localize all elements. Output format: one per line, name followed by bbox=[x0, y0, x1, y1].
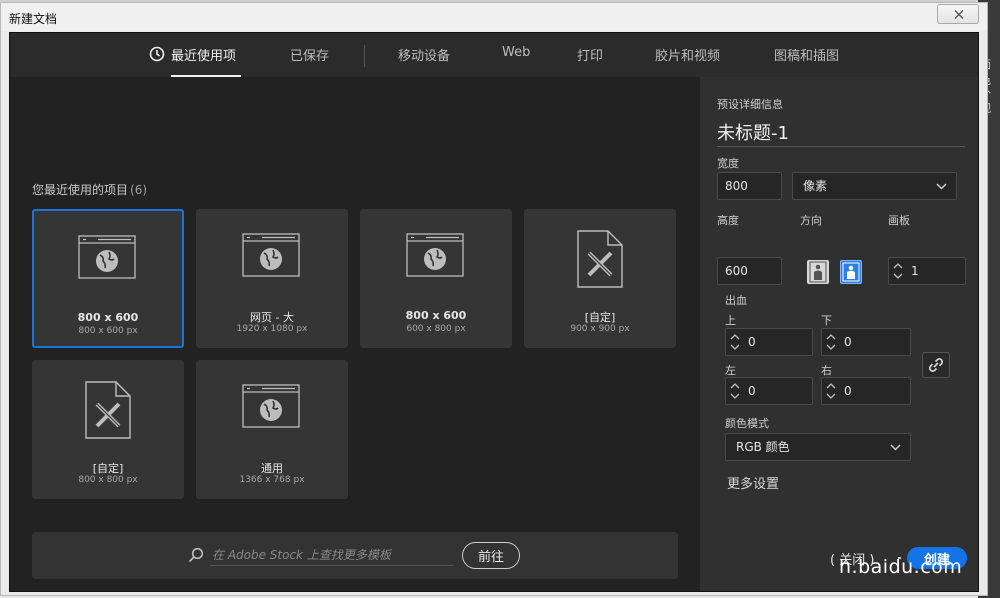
document-name-underline bbox=[717, 146, 965, 147]
orientation-landscape-button[interactable] bbox=[840, 260, 862, 284]
clock-icon bbox=[149, 46, 165, 62]
preset-card[interactable]: 800 x 600 800 x 600 px bbox=[32, 209, 184, 348]
stepper-arrows-icon[interactable] bbox=[728, 331, 742, 353]
unit-select[interactable]: 像素 bbox=[792, 172, 957, 200]
tab-mobile[interactable]: 移动设备 bbox=[398, 45, 450, 69]
window-title: 新建文档 bbox=[9, 12, 58, 26]
bleed-top-label: 上 bbox=[725, 314, 736, 327]
preset-size: 1366 x 768 px bbox=[239, 475, 305, 485]
new-document-window: 新建文档 最近使用项 已保存 移动设备 Web 打印 胶片和视频 图稿和插图 您 bbox=[0, 2, 988, 596]
link-bleed-button[interactable] bbox=[922, 352, 950, 378]
preset-name: 800 x 600 bbox=[405, 309, 467, 322]
preset-name: 800 x 600 bbox=[77, 311, 139, 324]
link-icon bbox=[928, 358, 944, 372]
stepper-arrows-icon[interactable] bbox=[824, 380, 838, 402]
tab-art-illustration[interactable]: 图稿和插图 bbox=[774, 45, 839, 69]
width-field[interactable]: 800 bbox=[717, 172, 782, 200]
recent-section-title: 您最近使用的项目 (6) bbox=[32, 183, 148, 197]
tab-web[interactable]: Web bbox=[502, 45, 530, 69]
preset-card[interactable]: [自定] 800 x 800 px bbox=[32, 360, 184, 499]
category-tabs: 最近使用项 已保存 移动设备 Web 打印 胶片和视频 图稿和插图 bbox=[10, 33, 978, 77]
active-tab-indicator bbox=[171, 75, 241, 77]
preset-size: 600 x 800 px bbox=[406, 324, 466, 334]
preset-size: 1920 x 1080 px bbox=[236, 324, 308, 334]
chevron-down-icon bbox=[890, 444, 901, 451]
preset-card[interactable]: 800 x 600 600 x 800 px bbox=[360, 209, 512, 348]
tab-separator bbox=[364, 45, 365, 67]
preset-card[interactable]: 通用 1366 x 768 px bbox=[196, 360, 348, 499]
custom-document-icon bbox=[577, 230, 623, 288]
web-globe-icon bbox=[78, 235, 136, 279]
height-label: 高度 bbox=[717, 214, 739, 227]
portrait-person-icon bbox=[809, 261, 827, 283]
height-field[interactable]: 600 bbox=[717, 257, 782, 285]
bleed-left-label: 左 bbox=[725, 364, 736, 377]
bleed-bottom-stepper[interactable]: 0 bbox=[821, 328, 911, 356]
preset-name: 通用 bbox=[261, 462, 283, 475]
color-mode-label: 颜色模式 bbox=[725, 417, 769, 430]
preset-size: 800 x 600 px bbox=[78, 326, 138, 336]
bleed-label: 出血 bbox=[725, 294, 747, 307]
stock-search-input[interactable] bbox=[210, 544, 453, 566]
preset-card[interactable]: 网页 - 大 1920 x 1080 px bbox=[196, 209, 348, 348]
preset-name: [自定] bbox=[584, 311, 616, 324]
bleed-right-stepper[interactable]: 0 bbox=[821, 377, 911, 405]
orientation-label: 方向 bbox=[800, 214, 822, 227]
stepper-arrows-icon[interactable] bbox=[728, 380, 742, 402]
new-document-dialog: 最近使用项 已保存 移动设备 Web 打印 胶片和视频 图稿和插图 您最近使用的… bbox=[9, 32, 979, 592]
preset-name: [自定] bbox=[92, 462, 124, 475]
web-globe-icon bbox=[242, 233, 300, 277]
web-globe-icon bbox=[242, 384, 300, 428]
tab-print[interactable]: 打印 bbox=[577, 45, 603, 69]
more-settings-link[interactable]: 更多设置 bbox=[727, 473, 779, 492]
stepper-arrows-icon[interactable] bbox=[891, 260, 905, 282]
bleed-right-label: 右 bbox=[821, 364, 832, 377]
width-label: 宽度 bbox=[717, 157, 739, 170]
bleed-bottom-label: 下 bbox=[821, 314, 832, 327]
tab-saved[interactable]: 已保存 bbox=[290, 45, 329, 69]
color-mode-select[interactable]: RGB 颜色 bbox=[725, 433, 911, 461]
close-icon bbox=[954, 10, 964, 19]
preset-details-header: 预设详细信息 bbox=[717, 98, 783, 111]
preset-details-panel: 预设详细信息 未标题-1 宽度 800 像素 高度 方向 画板 600 1 出血… bbox=[700, 77, 978, 591]
window-close-button[interactable] bbox=[937, 4, 979, 24]
artboard-label: 画板 bbox=[888, 214, 910, 227]
landscape-person-icon bbox=[842, 262, 860, 282]
custom-document-icon bbox=[85, 381, 131, 439]
search-icon bbox=[188, 547, 204, 563]
go-button[interactable]: 前往 bbox=[462, 542, 520, 569]
tab-recent[interactable]: 最近使用项 bbox=[171, 45, 236, 69]
bleed-left-stepper[interactable]: 0 bbox=[725, 377, 813, 405]
artboard-stepper[interactable]: 1 bbox=[888, 257, 966, 285]
preset-size: 800 x 800 px bbox=[78, 475, 138, 485]
preset-name: 网页 - 大 bbox=[250, 311, 294, 324]
preset-size: 900 x 900 px bbox=[570, 324, 630, 334]
tab-film-video[interactable]: 胶片和视频 bbox=[655, 45, 720, 69]
window-titlebar: 新建文档 bbox=[1, 3, 987, 31]
orientation-portrait-button[interactable] bbox=[807, 260, 829, 284]
stepper-arrows-icon[interactable] bbox=[824, 331, 838, 353]
preset-card[interactable]: [自定] 900 x 900 px bbox=[524, 209, 676, 348]
watermark-text: h.baidu.com bbox=[839, 556, 963, 578]
web-globe-icon bbox=[406, 233, 464, 277]
bleed-top-stepper[interactable]: 0 bbox=[725, 328, 813, 356]
chevron-down-icon bbox=[936, 183, 947, 190]
document-name[interactable]: 未标题-1 bbox=[717, 119, 789, 145]
stock-search-bar: 前往 bbox=[32, 532, 678, 579]
